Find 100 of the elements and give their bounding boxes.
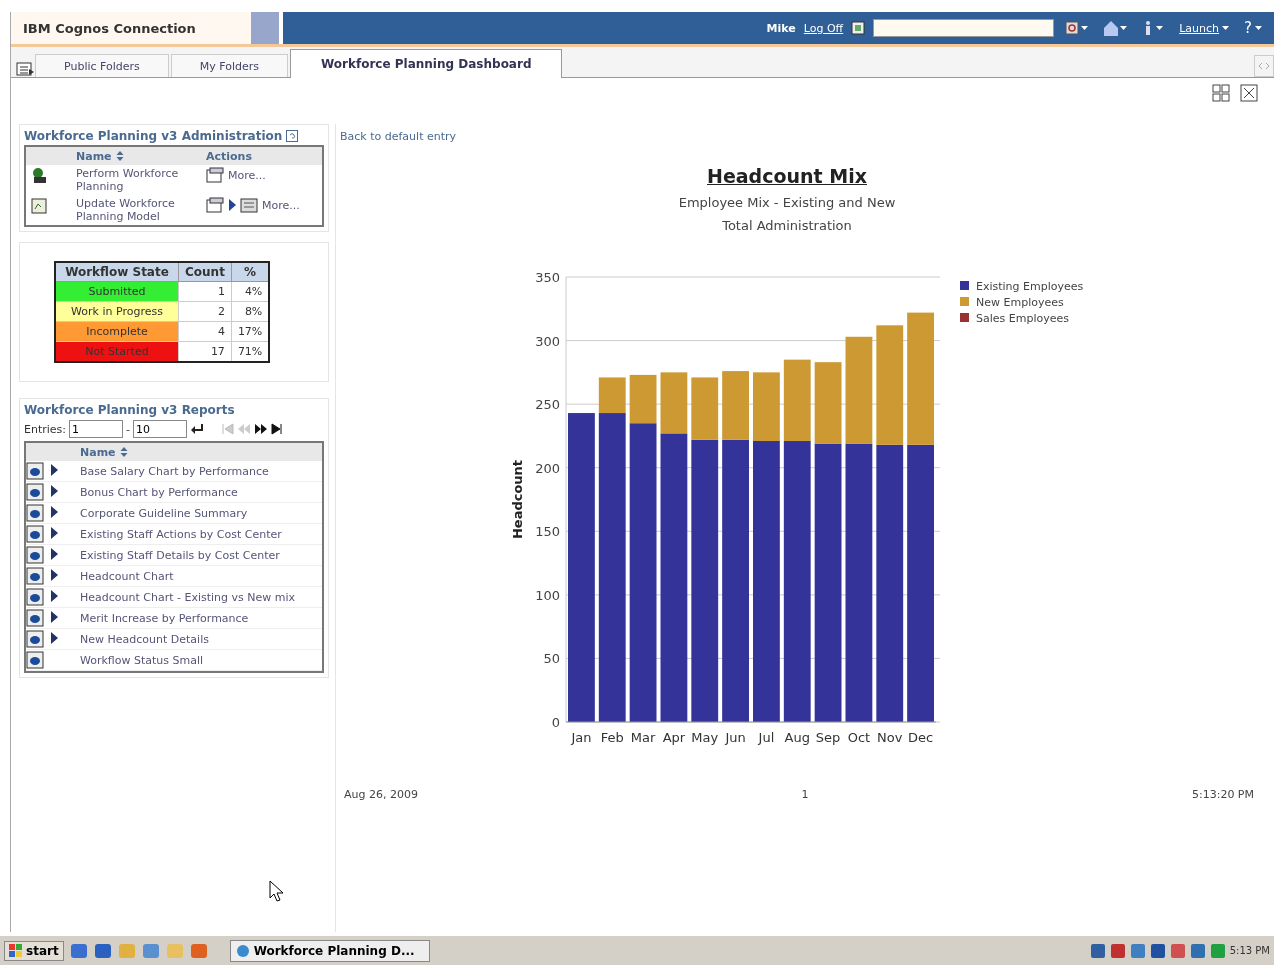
user-name: Mike [766,21,796,35]
report-icon[interactable] [26,525,44,543]
legend-label: Existing Employees [976,280,1084,293]
y-tick-label: 250 [535,397,560,413]
table-cell: 2 [178,301,232,322]
launch-menu[interactable]: Launch [1176,21,1234,35]
tray-icon[interactable] [1109,942,1126,959]
report-icon[interactable] [26,630,44,648]
report-icon[interactable] [26,483,44,501]
model-icon[interactable] [30,197,48,215]
sort-icon[interactable] [115,151,124,161]
report-icon[interactable] [26,651,44,669]
tab[interactable]: My Folders [170,54,288,77]
quick-launch-icon[interactable] [93,941,112,960]
report-link[interactable]: Merit Increase by Performance [80,611,322,625]
legend-label: New Employees [976,296,1064,309]
product-title: IBM Cognos Connection [11,12,251,44]
range-separator: - [126,422,130,436]
last-page-icon[interactable] [271,423,283,435]
x-tick-label: Jun [725,730,746,745]
y-tick-label: 50 [543,651,560,667]
run-icon[interactable] [50,505,58,518]
help-menu[interactable]: ? [1241,19,1266,37]
report-link[interactable]: Existing Staff Actions by Cost Center [80,527,322,541]
y-tick-label: 100 [535,587,560,603]
portlet-icon[interactable] [851,21,866,35]
report-icon[interactable] [26,588,44,606]
next-page-icon[interactable] [254,423,268,435]
x-tick-label: Aug [784,730,810,745]
more-link[interactable]: More... [262,198,300,212]
entry-link[interactable]: Update Workforce Planning Model [76,197,206,223]
tray-icon[interactable] [1129,942,1146,959]
report-icon[interactable] [26,546,44,564]
tray-icon[interactable] [1169,942,1186,959]
column-header: Workflow State [55,262,179,282]
tray-icon[interactable] [1149,942,1166,959]
x-tick-label: Oct [847,730,871,745]
chart-subtitle: Total Administration [722,218,852,233]
panel-title: Workforce Planning v3 Administration [24,129,283,143]
quick-launch-icon[interactable] [69,941,88,960]
tray-icon[interactable] [1189,942,1206,959]
chart-subtitle: Employee Mix - Existing and New [678,195,896,210]
help-icon[interactable] [286,130,299,142]
clock: 5:13 PM [1229,945,1270,956]
layout-icon[interactable] [1212,84,1230,102]
report-link[interactable]: Base Salary Chart by Performance [80,464,322,478]
back-link[interactable]: Back to default entry [340,130,1274,143]
enter-icon[interactable] [190,423,204,435]
run-icon[interactable] [50,589,58,602]
x-tick-label: Apr [662,730,686,745]
x-tick-label: Jul [758,730,775,745]
start-button[interactable]: start [4,940,64,961]
run-icon[interactable] [50,547,58,560]
header-block [251,12,279,44]
report-link[interactable]: Existing Staff Details by Cost Center [80,548,322,562]
run-icon[interactable] [50,463,58,476]
tab[interactable]: Public Folders [35,54,169,77]
column-header[interactable]: Name [80,445,116,459]
run-icon[interactable] [50,631,58,644]
run-icon[interactable] [228,199,236,211]
to-field[interactable]: 10 [133,420,187,438]
report-time: 5:13:20 PM [1191,788,1254,801]
report-icon[interactable] [26,609,44,627]
run-icon[interactable] [50,610,58,623]
y-axis-title: Headcount [510,459,525,540]
properties-icon[interactable] [206,197,224,213]
report-link[interactable]: Bonus Chart by Performance [80,485,322,499]
x-tick-label: Dec [908,730,934,745]
more-link[interactable]: More... [228,168,266,182]
search-field[interactable] [873,19,1055,37]
x-tick-label: Sep [815,730,841,745]
report-icon[interactable] [26,462,44,480]
mouse-pointer-icon [269,880,283,902]
report-icon[interactable] [26,504,44,522]
report-link[interactable]: Workflow Status Small [80,653,322,667]
log-off-link[interactable]: Log Off [803,21,844,35]
folders-icon[interactable] [15,59,35,77]
from-field[interactable]: 1 [69,420,124,438]
report-link[interactable]: New Headcount Details [80,632,322,646]
run-icon[interactable] [50,526,58,539]
run-icon[interactable] [50,484,58,497]
entries-label: Entries: [24,422,67,436]
column-header: % [231,262,270,282]
x-tick-label: Mar [630,730,656,745]
sort-icon[interactable] [119,447,128,457]
report-icon[interactable] [26,567,44,585]
report-link[interactable]: Headcount Chart - Existing vs New mix [80,590,322,604]
entry-link[interactable]: Perform Workforce Planning [76,167,206,193]
report-date: Aug 26, 2009 [344,788,418,801]
report-link[interactable]: Corporate Guideline Summary [80,506,322,520]
panel-title: Workforce Planning v3 Reports [24,403,235,417]
taskbar-window-button[interactable]: Workforce Planning D... [229,939,430,962]
view-icon[interactable] [240,197,258,213]
tray-icon[interactable] [1089,942,1106,959]
edit-layout-icon[interactable] [1240,84,1258,102]
report-link[interactable]: Headcount Chart [80,569,322,583]
tab[interactable]: Workforce Planning Dashboard [290,49,563,78]
properties-icon[interactable] [206,167,224,183]
run-icon[interactable] [50,568,58,581]
column-header[interactable]: Name [76,149,112,163]
